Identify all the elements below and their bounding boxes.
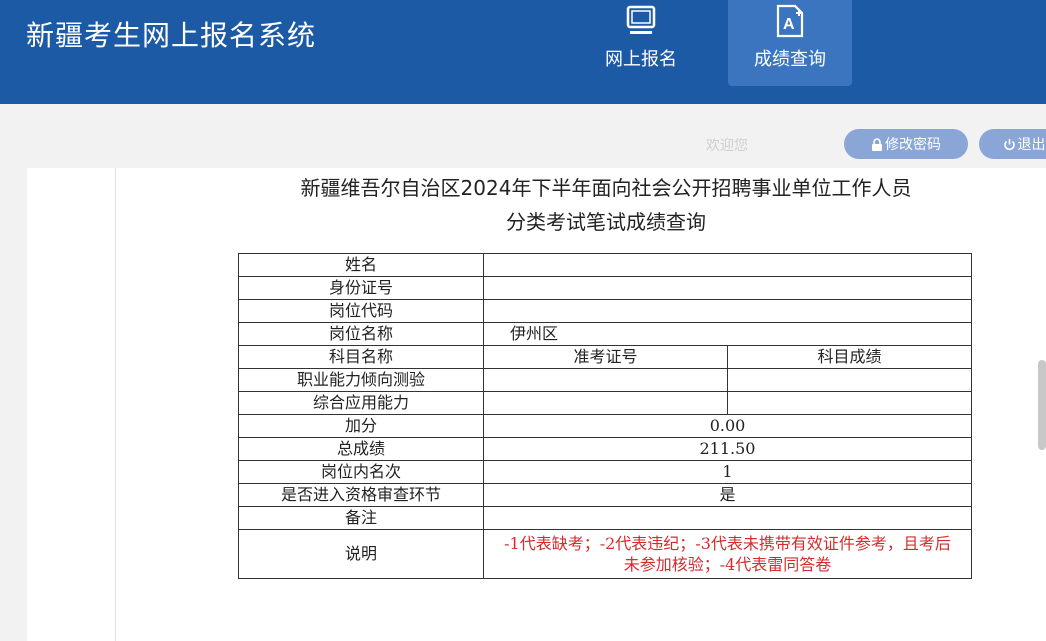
row-id-number: 身份证号 [238, 276, 972, 300]
change-password-label: 修改密码 [885, 136, 941, 152]
label-qualified: 是否进入资格审查环节 [238, 483, 484, 507]
value-remarks [483, 506, 972, 530]
header-subject-score: 科目成绩 [727, 345, 972, 369]
row-rank: 岗位内名次 1 [238, 460, 972, 484]
row-name: 姓名 [238, 253, 972, 277]
page-title-line2: 分类考试笔试成绩查询 [506, 210, 706, 234]
nav-label-registration: 网上报名 [605, 49, 677, 70]
welcome-text: 欢迎您 [706, 135, 756, 155]
label-bonus: 加分 [238, 414, 484, 438]
value-subject-1-score [727, 368, 972, 392]
label-subject-2: 综合应用能力 [238, 391, 484, 415]
change-password-button[interactable]: 修改密码 [844, 129, 968, 159]
monitor-icon [626, 5, 656, 34]
value-subject-1-ticket [483, 368, 728, 392]
value-post-code [483, 299, 972, 323]
label-id-number: 身份证号 [238, 276, 484, 300]
label-subject-1: 职业能力倾向测验 [238, 368, 484, 392]
score-document-icon: A [776, 4, 804, 38]
row-remarks: 备注 [238, 506, 972, 530]
nav-online-registration[interactable]: 网上报名 [579, 0, 703, 86]
label-rank: 岗位内名次 [238, 460, 484, 484]
logout-button[interactable]: 退出 [979, 129, 1046, 159]
score-table: 姓名 身份证号 岗位代码 岗位名称 伊州区 科目名称 准考证号 科目成绩 职业能… [238, 253, 972, 579]
label-post-name: 岗位名称 [238, 322, 484, 346]
value-subject-2-ticket [483, 391, 728, 415]
power-icon [1003, 139, 1015, 151]
row-total: 总成绩 211.50 [238, 437, 972, 461]
value-total: 211.50 [483, 437, 972, 461]
row-post-name: 岗位名称 伊州区 [238, 322, 972, 346]
welcome-label: 欢迎您 [706, 138, 748, 154]
value-explanation: -1代表缺考；-2代表违纪；-3代表未携带有效证件参考，且考后未参加核验；-4代… [483, 529, 972, 579]
value-bonus: 0.00 [483, 414, 972, 438]
lock-icon [872, 138, 882, 151]
label-subject-name: 科目名称 [238, 345, 484, 369]
header-ticket-number: 准考证号 [483, 345, 728, 369]
row-post-code: 岗位代码 [238, 299, 972, 323]
nav-score-query[interactable]: A 成绩查询 [728, 0, 852, 86]
row-subject-header: 科目名称 准考证号 科目成绩 [238, 345, 972, 369]
vertical-scrollbar[interactable] [1038, 360, 1046, 450]
label-post-code: 岗位代码 [238, 299, 484, 323]
row-qualified: 是否进入资格审查环节 是 [238, 483, 972, 507]
row-subject-1: 职业能力倾向测验 [238, 368, 972, 392]
label-total: 总成绩 [238, 437, 484, 461]
label-explanation: 说明 [238, 529, 484, 579]
label-name: 姓名 [238, 253, 484, 277]
page-title-line1: 新疆维吾尔自治区2024年下半年面向社会公开招聘事业单位工作人员 [300, 176, 912, 200]
value-post-name: 伊州区 [483, 322, 972, 346]
value-qualified: 是 [483, 483, 972, 507]
row-bonus: 加分 0.00 [238, 414, 972, 438]
left-sidebar [27, 168, 116, 641]
top-header: 新疆考生网上报名系统 网上报名 A 成绩查询 [0, 0, 1046, 104]
logout-label: 退出 [1017, 136, 1046, 152]
value-id-number [483, 276, 972, 300]
row-explanation: 说明 -1代表缺考；-2代表违纪；-3代表未携带有效证件参考，且考后未参加核验；… [238, 529, 972, 579]
value-rank: 1 [483, 460, 972, 484]
nav-label-score: 成绩查询 [754, 49, 826, 70]
system-title: 新疆考生网上报名系统 [26, 19, 317, 52]
row-subject-2: 综合应用能力 [238, 391, 972, 415]
label-remarks: 备注 [238, 506, 484, 530]
value-subject-2-score [727, 391, 972, 415]
svg-text:A: A [783, 16, 795, 33]
value-name [483, 253, 972, 277]
